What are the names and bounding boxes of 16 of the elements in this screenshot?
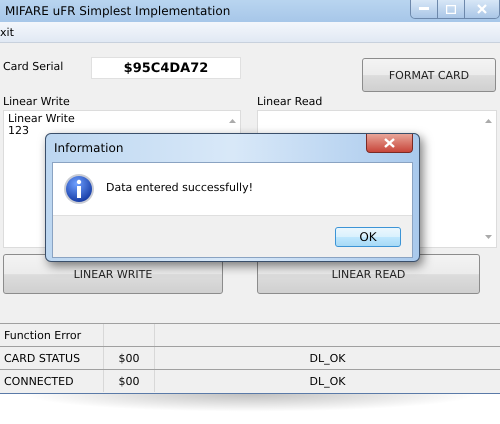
table-cell: CONNECTED xyxy=(0,370,104,392)
text-line: Linear Write xyxy=(8,113,76,125)
window-title: MIFARE uFR Simplest Implementation xyxy=(4,4,230,18)
table-cell: $00 xyxy=(104,370,155,392)
text-line: 123 xyxy=(8,125,30,137)
dialog-title: Information xyxy=(54,141,124,155)
table-cell: $00 xyxy=(104,347,155,369)
table-cell-text: DL_OK xyxy=(308,350,346,367)
linear-write-label: Linear Write xyxy=(3,95,71,110)
card-serial-field: $95C4DA72 xyxy=(91,57,241,79)
linear-read-label: Linear Read xyxy=(257,95,324,110)
card-serial-label: Card Serial xyxy=(3,60,64,75)
table-cell-text: DL_OK xyxy=(308,374,346,390)
dialog-message: Data entered successfully! xyxy=(106,181,254,194)
table-cell: CARD STATUS xyxy=(0,347,104,369)
table-cell: Function Error xyxy=(0,324,104,346)
